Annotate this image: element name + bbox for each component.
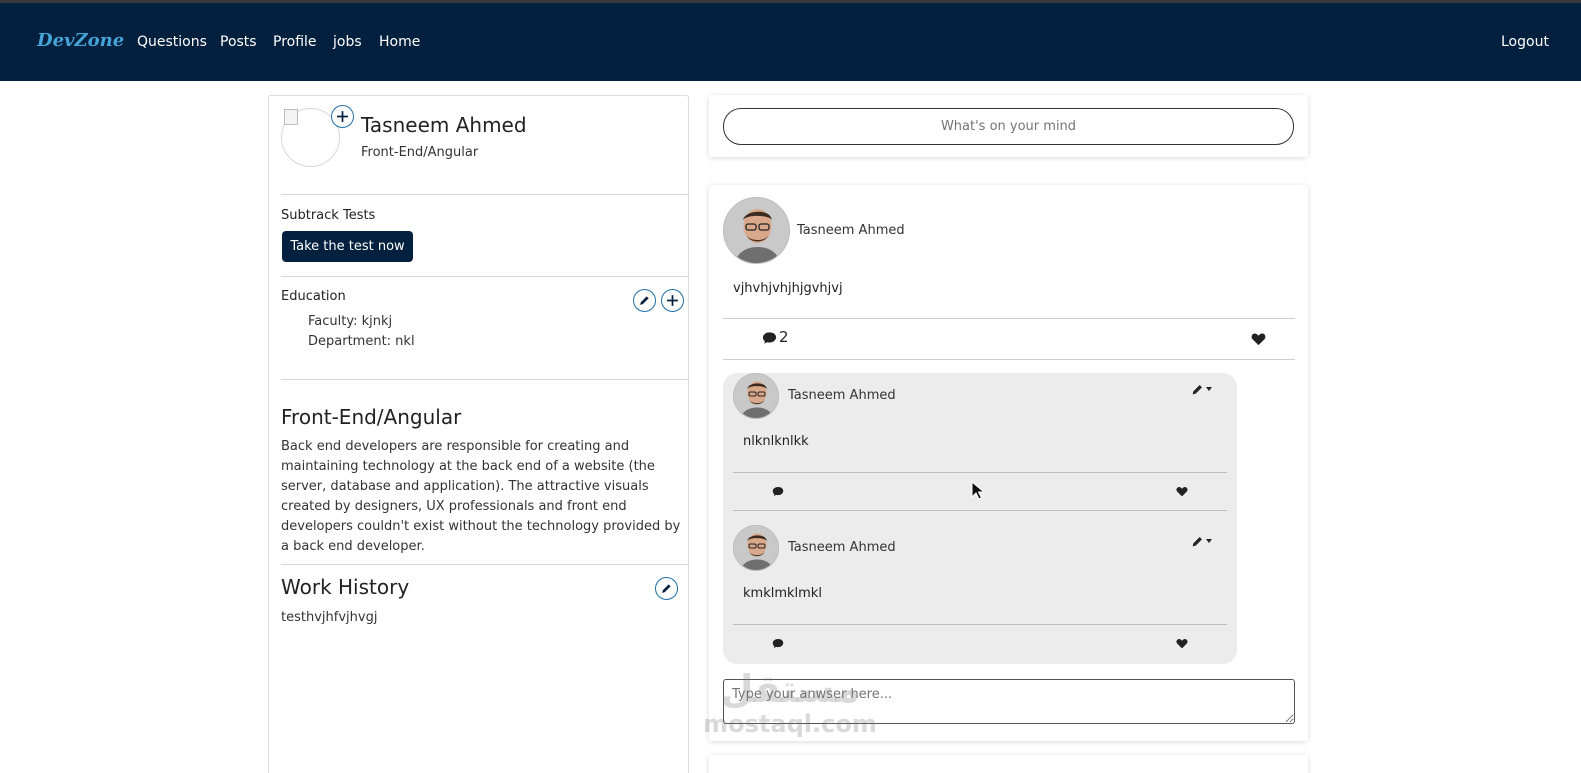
person-avatar-image: [734, 526, 778, 570]
comment-icon[interactable]: [772, 486, 784, 497]
track-heading: Front-End/Angular: [281, 405, 462, 429]
heart-icon[interactable]: [1251, 332, 1266, 346]
nav-link-home[interactable]: Home: [379, 34, 420, 50]
profile-card: [268, 95, 689, 773]
profile-name: Tasneem Ahmed: [361, 113, 527, 137]
pencil-icon: [1192, 536, 1202, 546]
post-author-avatar: [723, 197, 790, 264]
pencil-icon: [640, 296, 649, 305]
track-description: Back end developers are responsible for …: [281, 439, 681, 554]
divider: [723, 359, 1295, 360]
nav-link-questions[interactable]: Questions: [137, 34, 207, 50]
divider: [281, 564, 689, 565]
edit-work-history-button[interactable]: [655, 577, 678, 600]
education-label: Education: [281, 289, 346, 304]
divider: [733, 472, 1227, 473]
comments-thread: [723, 373, 1237, 664]
work-history-text: testhvjhfvjhvgj: [281, 610, 378, 625]
pencil-icon: [662, 584, 671, 593]
comment-author-name[interactable]: Tasneem Ahmed: [788, 388, 896, 403]
heart-icon[interactable]: [1176, 486, 1188, 497]
divider: [723, 318, 1295, 319]
caret-down-icon: [1206, 387, 1212, 391]
nav-link-posts[interactable]: Posts: [220, 34, 257, 50]
work-history-heading: Work History: [281, 575, 410, 599]
answer-input[interactable]: [723, 679, 1295, 724]
profile-track: Front-End/Angular: [361, 145, 479, 160]
comment-options-dropdown[interactable]: [1191, 534, 1217, 548]
divider: [281, 276, 689, 277]
take-test-button[interactable]: Take the test now: [282, 231, 413, 262]
post-card: [709, 755, 1308, 773]
subtrack-tests-label: Subtrack Tests: [281, 208, 376, 223]
education-faculty: Faculty: kjnkj: [308, 314, 393, 329]
top-navbar: DevZone Questions Posts Profile jobs Hom…: [0, 3, 1581, 81]
mouse-cursor-icon: [971, 481, 985, 500]
comment-icon[interactable]: [762, 331, 777, 345]
whats-on-your-mind-input[interactable]: [723, 108, 1294, 145]
divider: [281, 194, 689, 195]
comment-author-avatar: [733, 373, 779, 419]
plus-icon: [337, 111, 348, 122]
edit-education-button[interactable]: [633, 289, 656, 312]
comment-body: nlknlknlkk: [743, 434, 809, 449]
comment-count: 2: [779, 328, 789, 346]
logout-link[interactable]: Logout: [1501, 34, 1549, 50]
broken-image-icon: [284, 109, 298, 125]
comment-author-avatar: [733, 525, 779, 571]
caret-down-icon: [1206, 539, 1212, 543]
education-department: Department: nkl: [308, 334, 415, 349]
comment-body: kmklmklmkl: [743, 586, 822, 601]
add-education-button[interactable]: [661, 289, 684, 312]
brand-logo[interactable]: DevZone: [37, 30, 124, 51]
divider: [733, 624, 1227, 625]
pencil-icon: [1192, 384, 1202, 394]
divider: [733, 510, 1227, 511]
post-author-name[interactable]: Tasneem Ahmed: [797, 223, 905, 238]
nav-link-profile[interactable]: Profile: [273, 34, 317, 50]
heart-icon[interactable]: [1176, 638, 1188, 649]
divider: [281, 379, 689, 380]
comment-icon[interactable]: [772, 638, 784, 649]
person-avatar-image: [724, 198, 789, 263]
post-body: vjhvhjvhjhjgvhjvj: [733, 281, 843, 296]
nav-link-jobs[interactable]: jobs: [333, 34, 362, 50]
person-avatar-image: [734, 374, 778, 418]
add-photo-button[interactable]: [331, 105, 354, 128]
plus-icon: [667, 295, 678, 306]
comment-options-dropdown[interactable]: [1191, 382, 1217, 396]
comment-author-name[interactable]: Tasneem Ahmed: [788, 540, 896, 555]
